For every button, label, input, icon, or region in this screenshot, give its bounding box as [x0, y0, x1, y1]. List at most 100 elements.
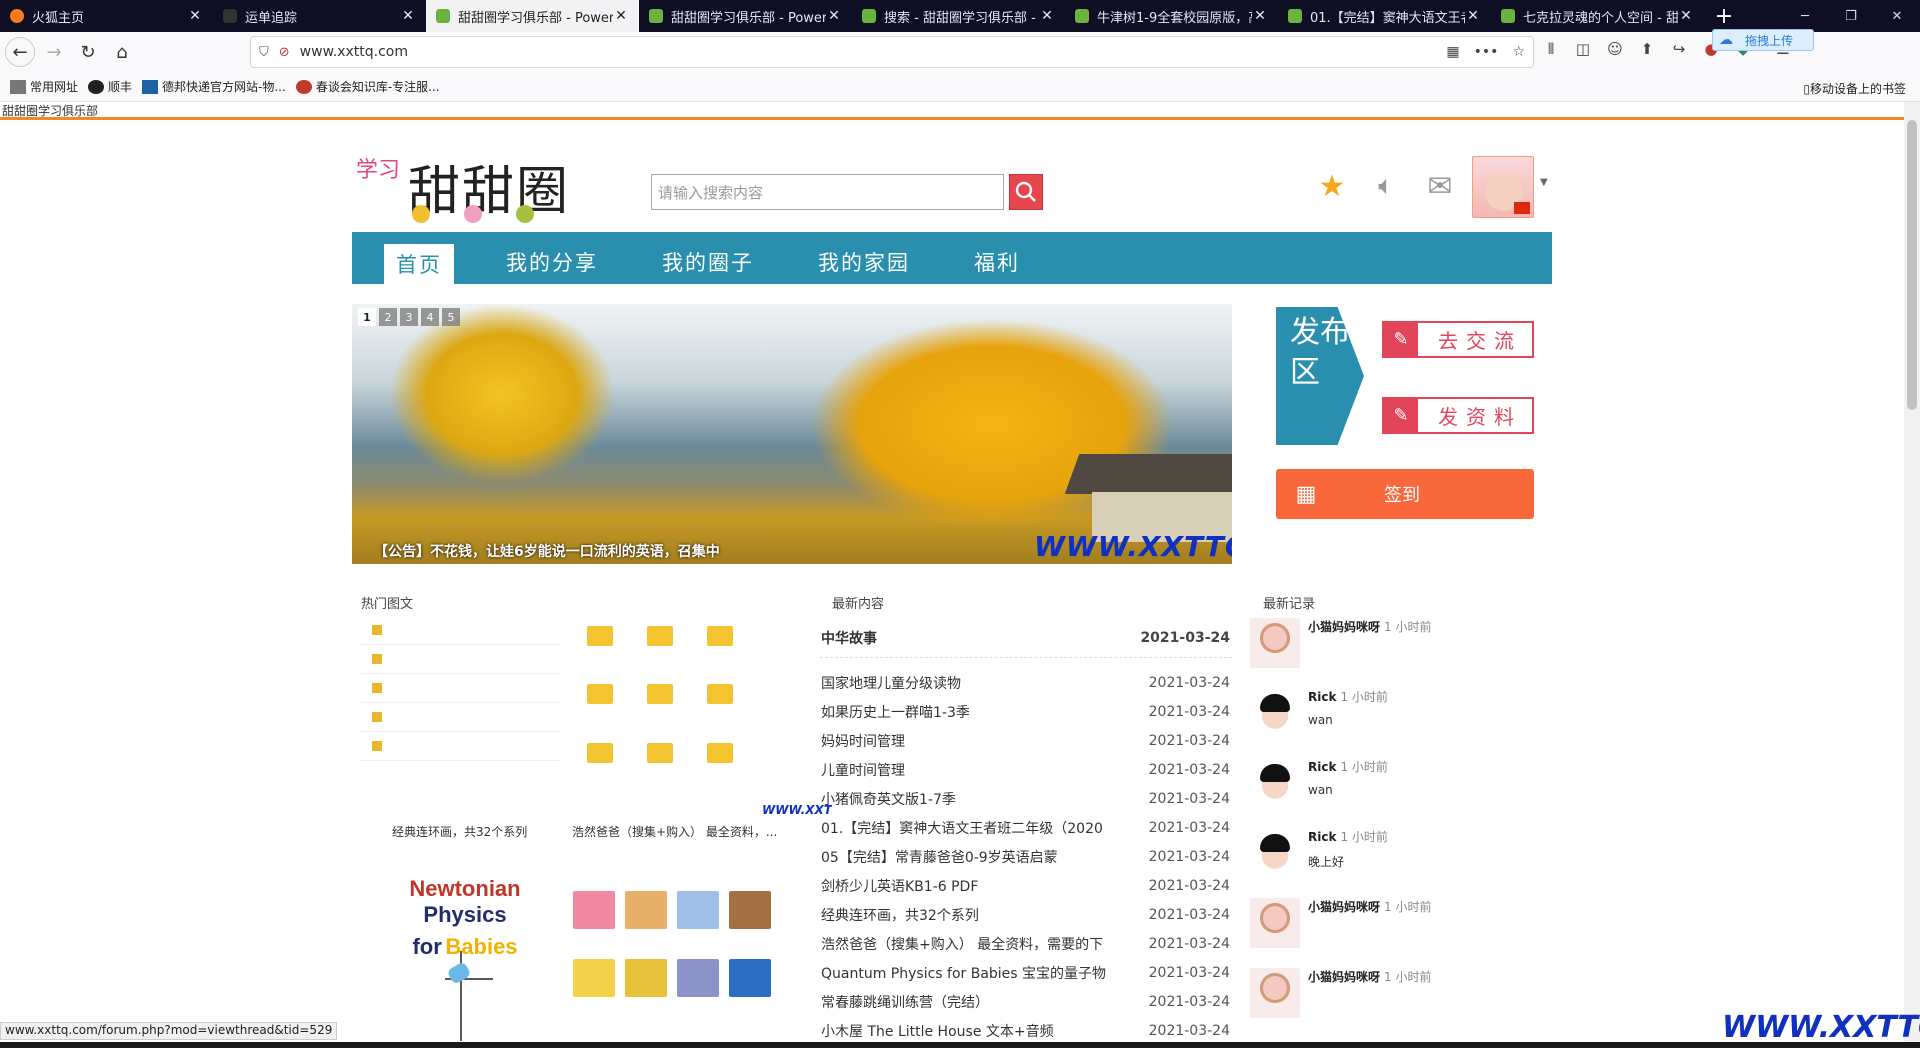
list-item[interactable]: Quantum Physics for Babies 宝宝的量子物 2021-03… — [820, 958, 1232, 987]
pager-dot[interactable]: 2 — [379, 308, 397, 326]
tab[interactable]: 牛津树1-9全套校园原版，高 ✕ — [1065, 0, 1278, 32]
pager-dot[interactable]: 4 — [421, 308, 439, 326]
new-tab-button[interactable]: + — [1704, 0, 1744, 32]
bookmark-star-icon[interactable]: ☆ — [1512, 44, 1525, 60]
record-user[interactable]: Rick — [1308, 760, 1336, 774]
home-icon[interactable]: ⌂ — [107, 37, 137, 67]
latest-headline[interactable]: 中华故事 2021-03-24 — [820, 618, 1232, 658]
bookmark-item[interactable]: 顺丰 — [88, 78, 132, 95]
tab[interactable]: 搜索 - 甜甜圈学习俱乐部 - P ✕ — [852, 0, 1065, 32]
tab[interactable]: 运单追踪 ✕ — [213, 0, 426, 32]
nav-welfare[interactable]: 福利 — [962, 240, 1032, 284]
upload-badge[interactable]: ☁ 拖拽上传 — [1712, 29, 1814, 51]
list-item[interactable]: 如果历史上一群喵1-3季 2021-03-24 — [820, 697, 1232, 726]
thumbnail-file-list[interactable] — [360, 616, 560, 771]
list-item[interactable]: 浩然爸爸（搜集+购入） 最全资料，需要的下 2021-03-24 — [820, 929, 1232, 958]
list-item[interactable]: 剑桥少儿英语KB1-6 PDF 2021-03-24 — [820, 871, 1232, 900]
nav-my-home[interactable]: 我的家园 — [806, 240, 922, 284]
scrollbar[interactable] — [1904, 102, 1920, 1048]
close-icon[interactable]: ✕ — [1039, 8, 1055, 24]
list-item[interactable]: 儿童时间管理 2021-03-24 — [820, 755, 1232, 784]
avatar[interactable] — [1250, 898, 1300, 948]
minimize-icon[interactable]: ─ — [1782, 0, 1828, 32]
banner-caption[interactable]: 【公告】不花钱，让娃6岁能说一口流利的英语，召集中 — [374, 541, 720, 561]
user-avatar[interactable] — [1472, 156, 1534, 218]
thumbnail-folders[interactable] — [573, 616, 778, 781]
list-item[interactable]: 妈妈时间管理 2021-03-24 — [820, 726, 1232, 755]
sidebar-icon[interactable]: ◫ — [1572, 40, 1594, 58]
library-icon[interactable]: ⫴ — [1540, 40, 1562, 58]
pager-dot[interactable]: 1 — [358, 308, 376, 326]
close-icon[interactable]: ✕ — [1678, 8, 1694, 24]
restore-icon[interactable]: ❐ — [1828, 0, 1874, 32]
exchange-button[interactable]: ✎ 去交流 — [1382, 321, 1534, 358]
banner-carousel[interactable]: 1 2 3 4 5 【公告】不花钱，让娃6岁能说一口流利的英语，召集中 WWW.… — [352, 304, 1232, 564]
hot-caption[interactable]: 经典连环画，共32个系列 — [392, 823, 527, 840]
record-user[interactable]: 小猫妈妈咪呀 — [1308, 970, 1380, 984]
tab[interactable]: 火狐主页 ✕ — [0, 0, 213, 32]
chevron-down-icon[interactable]: ▼ — [1540, 177, 1548, 188]
list-item[interactable]: 05【完结】常青藤爸爸0-9岁英语启蒙 2021-03-24 — [820, 842, 1232, 871]
tab[interactable]: 七克拉灵魂的个人空间 - 甜甜 ✕ — [1491, 0, 1704, 32]
site-logo[interactable]: 学习 甜甜圈 — [356, 149, 570, 224]
avatar[interactable] — [1250, 758, 1300, 808]
speaker-icon[interactable]: 🔈︎ — [1370, 171, 1402, 202]
bookmark-item[interactable]: 德邦快递官方网站-物... — [142, 78, 286, 95]
search-button[interactable] — [1009, 174, 1043, 210]
close-window-icon[interactable]: ✕ — [1874, 0, 1920, 32]
bookmark-label: 德邦快递官方网站-物... — [162, 80, 286, 94]
insecure-lock-icon[interactable]: ⊘ — [279, 45, 290, 60]
newton-thumbnail[interactable]: Newtonian Physics for Babies — [370, 876, 560, 960]
close-icon[interactable]: ✕ — [187, 8, 203, 24]
tab[interactable]: 甜甜圈学习俱乐部 - Powered✕ — [639, 0, 852, 32]
extension-icon[interactable]: ↪ — [1668, 40, 1690, 58]
close-icon[interactable]: ✕ — [1465, 8, 1481, 24]
avatar[interactable] — [1250, 828, 1300, 878]
nav-my-circle[interactable]: 我的圈子 — [650, 240, 766, 284]
mail-icon[interactable]: ✉ — [1424, 169, 1456, 204]
scrollbar-thumb[interactable] — [1907, 120, 1917, 410]
url-text[interactable]: www.xxttq.com — [300, 44, 1447, 60]
avatar[interactable] — [1250, 618, 1300, 668]
reload-icon[interactable]: ↻ — [73, 37, 103, 67]
pager-dot[interactable]: 3 — [400, 308, 418, 326]
pager-dot[interactable]: 5 — [442, 308, 460, 326]
hot-caption[interactable]: 浩然爸爸（搜集+购入） 最全资料，... — [572, 823, 778, 840]
bookmark-item[interactable]: 春谈会知识库-专注服... — [295, 78, 440, 95]
tab[interactable]: 01.【完结】窦神大语文王者 ✕ — [1278, 0, 1491, 32]
qr-code-icon[interactable]: ▦ — [1446, 44, 1459, 60]
url-bar[interactable]: ⛉ ⊘ www.xxttq.com ▦ ••• ☆ — [250, 36, 1534, 68]
back-icon[interactable]: ← — [5, 37, 35, 67]
close-icon[interactable]: ✕ — [613, 8, 629, 24]
list-item[interactable]: 小木屋 The Little House 文本+音频 2021-03-24 — [820, 1016, 1232, 1045]
record-user[interactable]: 小猫妈妈咪呀 — [1308, 900, 1380, 914]
close-icon[interactable]: ✕ — [1252, 8, 1268, 24]
close-icon[interactable]: ✕ — [400, 8, 416, 24]
bookmark-item[interactable]: 常用网址 — [10, 78, 78, 95]
avatar[interactable] — [1250, 968, 1300, 1018]
list-item[interactable]: 国家地理儿童分级读物 2021-03-24 — [820, 668, 1232, 697]
nav-my-share[interactable]: 我的分享 — [494, 240, 610, 284]
tab-active[interactable]: 甜甜圈学习俱乐部 - Powered✕ — [426, 0, 639, 32]
avatar[interactable] — [1250, 688, 1300, 738]
search-input[interactable]: 请输入搜索内容 — [651, 174, 1004, 210]
forward-icon[interactable]: → — [39, 37, 69, 67]
upload-resource-button[interactable]: ✎ 发资料 — [1382, 397, 1534, 434]
nav-home[interactable]: 首页 — [384, 244, 454, 284]
list-item[interactable]: 常春藤跳绳训练营（完结） 2021-03-24 — [820, 987, 1232, 1016]
thumbnail-toys[interactable] — [573, 891, 778, 997]
list-item[interactable]: 经典连环画，共32个系列 2021-03-24 — [820, 900, 1232, 929]
record-user[interactable]: Rick — [1308, 830, 1336, 844]
mobile-bookmarks[interactable]: ▯移动设备上的书签 — [1803, 80, 1906, 97]
list-item[interactable]: 01.【完结】窦神大语文王者班二年级（2020 2021-03-24 — [820, 813, 1232, 842]
shield-icon[interactable]: ⛉ — [259, 45, 269, 60]
account-icon[interactable]: ☺ — [1604, 40, 1626, 58]
close-icon[interactable]: ✕ — [826, 8, 842, 24]
signin-button[interactable]: ▦ 签到 — [1276, 469, 1534, 519]
star-icon[interactable]: ★ — [1316, 169, 1348, 204]
record-user[interactable]: 小猫妈妈咪呀 — [1308, 620, 1380, 634]
record-user[interactable]: Rick — [1308, 690, 1336, 704]
more-icon[interactable]: ••• — [1474, 44, 1499, 60]
list-item[interactable]: 小猪佩奇英文版1-7季 2021-03-24 — [820, 784, 1232, 813]
extension-icon[interactable]: ⬆ — [1636, 40, 1658, 58]
